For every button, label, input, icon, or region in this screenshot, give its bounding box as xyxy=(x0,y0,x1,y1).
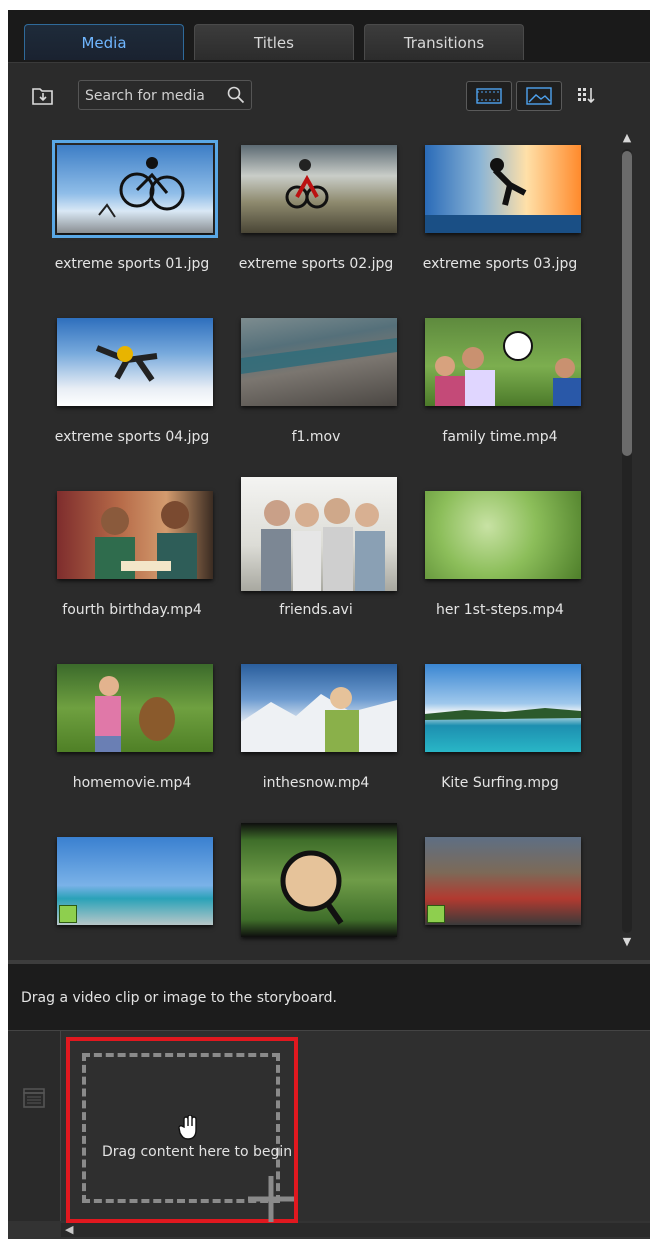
storyboard-hint: Drag a video clip or image to the storyb… xyxy=(21,990,338,1006)
scroll-left-arrow-icon[interactable]: ◀ xyxy=(65,1223,73,1236)
hand-cursor-icon xyxy=(178,1114,200,1145)
panel-divider[interactable] xyxy=(8,960,650,964)
media-thumbnail[interactable] xyxy=(425,145,581,233)
media-thumbnail[interactable] xyxy=(241,664,397,752)
media-item-label: extreme sports 02.jpg xyxy=(238,256,394,272)
filmstrip-view-icon[interactable] xyxy=(466,81,512,111)
media-item-label: extreme sports 03.jpg xyxy=(422,256,578,272)
media-item-label: f1.mov xyxy=(291,429,341,445)
scroll-thumb[interactable] xyxy=(622,151,632,456)
media-thumbnail[interactable] xyxy=(57,318,213,406)
scroll-up-arrow-icon[interactable]: ▲ xyxy=(620,131,634,145)
image-view-icon[interactable] xyxy=(516,81,562,111)
media-item-label: friends.avi xyxy=(279,602,353,618)
media-grid: extreme sports 01.jpg extreme sports 02.… xyxy=(8,129,618,960)
import-media-icon[interactable] xyxy=(28,83,58,109)
video-clip-icon xyxy=(427,905,445,923)
sort-grid-icon[interactable] xyxy=(576,85,598,107)
tab-transitions[interactable]: Transitions xyxy=(364,24,524,60)
media-thumbnail[interactable] xyxy=(241,318,397,406)
video-clip-icon xyxy=(59,905,77,923)
media-thumbnail[interactable] xyxy=(57,664,213,752)
media-item-label: her 1st-steps.mp4 xyxy=(436,602,564,618)
media-item-label: fourth birthday.mp4 xyxy=(62,602,202,618)
media-thumbnail[interactable] xyxy=(425,837,581,925)
media-thumbnail[interactable] xyxy=(241,477,397,591)
add-plus-icon[interactable] xyxy=(246,1174,296,1228)
drop-slot-text: Drag content here to begin xyxy=(102,1144,293,1160)
tab-titles[interactable]: Titles xyxy=(194,24,354,60)
media-thumbnail[interactable] xyxy=(57,837,213,925)
media-thumbnail[interactable] xyxy=(425,491,581,579)
media-thumbnail[interactable] xyxy=(241,145,397,233)
media-item-label: family time.mp4 xyxy=(442,429,558,445)
storyboard-dropzone-highlight[interactable]: Drag content here to begin xyxy=(66,1037,298,1223)
search-box[interactable] xyxy=(78,80,252,110)
search-input[interactable] xyxy=(83,84,227,108)
storyboard: ◀ Drag content here to begin xyxy=(8,1030,650,1239)
media-thumbnail[interactable] xyxy=(57,491,213,579)
storyboard-scrollbar[interactable]: ◀ xyxy=(61,1223,650,1237)
media-item-label: homemovie.mp4 xyxy=(72,775,192,791)
clapperboard-icon xyxy=(22,1087,46,1113)
tab-media[interactable]: Media xyxy=(24,24,184,60)
media-scrollbar[interactable]: ▲ ▼ xyxy=(620,129,634,955)
media-item-label: inthesnow.mp4 xyxy=(262,775,370,791)
media-thumbnail[interactable] xyxy=(425,318,581,406)
scroll-down-arrow-icon[interactable]: ▼ xyxy=(620,935,634,949)
tab-bar: Media Titles Transitions xyxy=(8,10,650,63)
media-panel: extreme sports 01.jpg extreme sports 02.… xyxy=(8,63,650,960)
media-thumbnail[interactable] xyxy=(241,823,397,937)
media-thumbnail[interactable] xyxy=(425,664,581,752)
storyboard-gutter xyxy=(8,1031,61,1221)
media-item-label: extreme sports 01.jpg xyxy=(54,256,210,272)
media-toolbar xyxy=(8,63,650,129)
media-item-label: Kite Surfing.mpg xyxy=(441,775,559,791)
media-item-label: extreme sports 04.jpg xyxy=(54,429,210,445)
media-room-window: Media Titles Transitions Search for medi… xyxy=(8,10,650,1239)
media-thumbnail[interactable] xyxy=(52,140,218,238)
magnifier-icon[interactable] xyxy=(227,86,245,108)
